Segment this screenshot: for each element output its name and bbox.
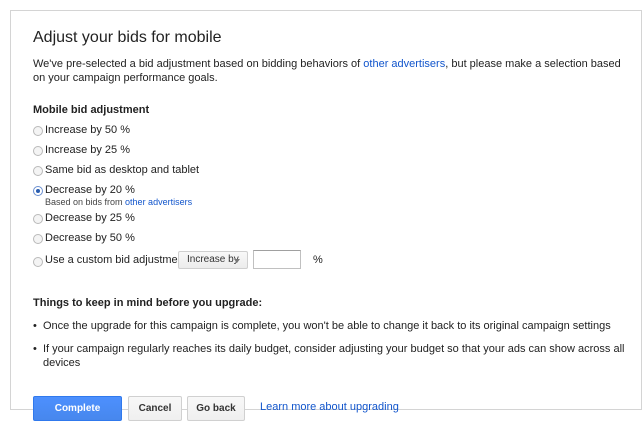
list-item: • Once the upgrade for this campaign is …: [33, 319, 633, 333]
option-increase-50[interactable]: Increase by 50 %: [33, 122, 633, 139]
percent-unit: %: [313, 254, 323, 266]
option-custom: Use a custom bid adjustment: Increase by…: [33, 250, 633, 271]
radio-decrease-25[interactable]: [33, 214, 43, 224]
custom-percent-input[interactable]: [253, 250, 301, 269]
bullet-icon: •: [33, 320, 37, 332]
radio-increase-25[interactable]: [33, 146, 43, 156]
bid-adjustment-panel: Adjust your bids for mobile We've pre-se…: [10, 10, 642, 437]
option-label: Decrease by 25 %: [45, 212, 135, 224]
dropdown-value: Increase by: [187, 254, 239, 265]
panel-content: Adjust your bids for mobile We've pre-se…: [33, 28, 633, 437]
page-title: Adjust your bids for mobile: [33, 29, 222, 46]
adjustment-direction-dropdown[interactable]: Increase by: [178, 251, 248, 269]
learn-more-link[interactable]: Learn more about upgrading: [260, 401, 399, 413]
option-same-bid[interactable]: Same bid as desktop and tablet: [33, 162, 633, 179]
cancel-button[interactable]: Cancel: [128, 396, 182, 421]
option-decrease-20[interactable]: Decrease by 20 %: [33, 182, 633, 199]
complete-upgrade-button[interactable]: Complete upgrade: [33, 396, 122, 437]
option-label: Increase by 50 %: [45, 124, 130, 136]
option-label: Increase by 25 %: [45, 144, 130, 156]
mobile-bid-heading: Mobile bid adjustment: [33, 104, 150, 116]
custom-adjustment-label: Use a custom bid adjustment:: [45, 254, 190, 266]
other-advertisers-link[interactable]: other advertisers: [363, 58, 445, 70]
option-decrease-50[interactable]: Decrease by 50 %: [33, 230, 633, 247]
bid-options: Increase by 50 % Increase by 25 % Same b…: [33, 122, 633, 271]
option-label: Decrease by 50 %: [45, 232, 135, 244]
radio-decrease-20[interactable]: [33, 186, 43, 196]
bullet-text: Once the upgrade for this campaign is co…: [43, 320, 611, 332]
option-label: Same bid as desktop and tablet: [45, 164, 200, 176]
intro-text: We've pre-selected a bid adjustment base…: [33, 57, 633, 85]
radio-decrease-50[interactable]: [33, 234, 43, 244]
chevron-down-icon: [234, 259, 240, 263]
keep-in-mind-heading: Things to keep in mind before you upgrad…: [33, 297, 263, 309]
option-decrease-25[interactable]: Decrease by 25 %: [33, 210, 633, 227]
action-buttons: Complete upgrade Cancel Go back Learn mo…: [33, 396, 633, 437]
intro-text-before: We've pre-selected a bid adjustment base…: [33, 58, 364, 70]
radio-same-bid[interactable]: [33, 166, 43, 176]
radio-custom[interactable]: [33, 257, 43, 267]
option-label: Decrease by 20 %: [45, 184, 135, 196]
radio-increase-50[interactable]: [33, 126, 43, 136]
bullet-text: If your campaign regularly reaches its d…: [43, 343, 625, 369]
bullet-icon: •: [33, 343, 37, 355]
option-increase-25[interactable]: Increase by 25 %: [33, 142, 633, 159]
go-back-button[interactable]: Go back: [187, 396, 245, 421]
list-item: • If your campaign regularly reaches its…: [33, 342, 633, 370]
